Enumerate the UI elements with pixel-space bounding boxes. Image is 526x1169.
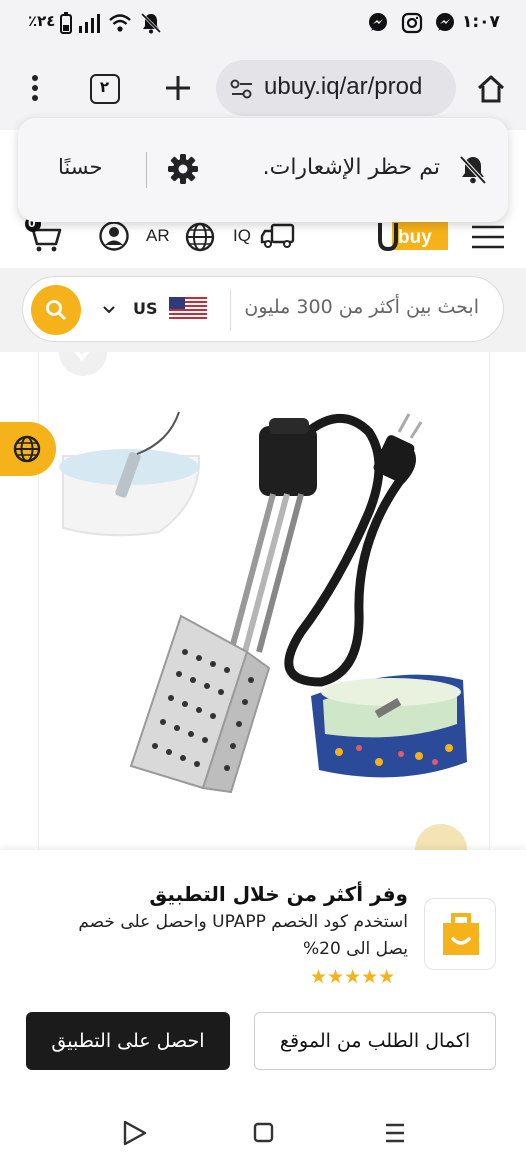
signal-icon [79, 14, 100, 33]
product-image-gallery[interactable] [38, 328, 491, 876]
battery-icon [60, 12, 72, 34]
back-icon[interactable] [120, 1118, 150, 1148]
site-settings-icon[interactable] [230, 78, 254, 100]
address-bar[interactable]: ubuy.iq/ar/prod [216, 60, 456, 116]
search-divider [230, 289, 231, 331]
tabs-icon[interactable]: ٢ [90, 74, 120, 104]
store-country-code[interactable]: US [133, 299, 158, 318]
search-box[interactable]: US ابحث بين أكثر من 300 مليون [22, 276, 504, 342]
svg-text:buy: buy [398, 227, 432, 248]
instagram-icon [401, 12, 423, 34]
muted-bell-icon [459, 155, 487, 185]
home-icon[interactable] [476, 74, 506, 104]
wifi-icon [109, 14, 131, 32]
account-icon[interactable] [98, 220, 130, 252]
get-app-button[interactable]: احصل على التطبيق [26, 1012, 230, 1070]
globe-icon [13, 435, 41, 463]
toast-ok-button[interactable]: حسنًا [58, 155, 102, 179]
delivery-truck-icon[interactable] [260, 222, 296, 250]
search-strip: US ابحث بين أكثر من 300 مليون [0, 268, 526, 352]
promo-title: وفر أكثر من خلال التطبيق [149, 882, 408, 906]
toast-message: تم حظر الإشعارات. [262, 155, 440, 180]
home-square-icon[interactable] [250, 1118, 280, 1148]
site-header: 0 AR IQ buy [0, 216, 526, 268]
toast-divider [146, 152, 147, 188]
language-code[interactable]: AR [146, 226, 170, 246]
battery-percent: ٪٢٤ [28, 12, 56, 30]
new-tab-icon[interactable] [164, 74, 192, 102]
chevron-down-icon[interactable] [103, 305, 115, 315]
notification-blocked-toast: حسنًا تم حظر الإشعارات. [18, 118, 508, 222]
messenger-icon [369, 13, 387, 31]
us-flag-icon[interactable] [169, 297, 207, 321]
language-switch-tab[interactable] [0, 422, 56, 476]
promo-description-continued: يصل الى 20% [302, 939, 408, 959]
ubuy-logo[interactable]: buy [378, 220, 450, 252]
promo-description: استخدم كود الخصم UPAPP واحصل على خصم [78, 912, 408, 932]
muted-bell-icon [140, 12, 162, 34]
hamburger-menu-icon[interactable] [470, 222, 506, 252]
status-bar: ٪٢٤ ١:٠٧ [0, 0, 526, 46]
menu-icon[interactable] [26, 74, 44, 104]
search-icon [46, 300, 67, 321]
product-image[interactable] [39, 328, 491, 876]
recent-apps-icon[interactable] [382, 1118, 412, 1148]
search-button[interactable] [31, 285, 81, 335]
messenger-icon [436, 13, 454, 31]
clock: ١:٠٧ [462, 12, 500, 32]
rating-stars: ★★★★★ [310, 966, 396, 988]
tab-count: ٢ [99, 78, 110, 96]
search-input[interactable]: ابحث بين أكثر من 300 مليون [244, 296, 479, 318]
ubuy-app-logo [424, 898, 496, 970]
country-label[interactable]: IQ [233, 226, 251, 246]
gear-icon[interactable] [167, 153, 199, 185]
url-text: ubuy.iq/ar/prod [264, 73, 423, 100]
continue-on-website-button[interactable]: اكمال الطلب من الموقع [254, 1012, 496, 1070]
globe-icon[interactable] [184, 221, 216, 253]
